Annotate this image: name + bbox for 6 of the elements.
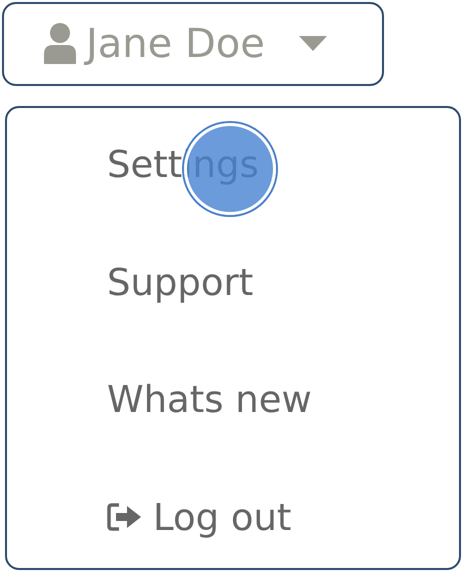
menu-item[interactable]: Support xyxy=(107,246,254,319)
menu-item[interactable]: Whats new xyxy=(107,363,312,436)
user-icon xyxy=(42,22,78,66)
caret-icon xyxy=(298,36,327,52)
menu-item[interactable]: Log out xyxy=(107,480,292,554)
logout-icon xyxy=(107,502,143,532)
